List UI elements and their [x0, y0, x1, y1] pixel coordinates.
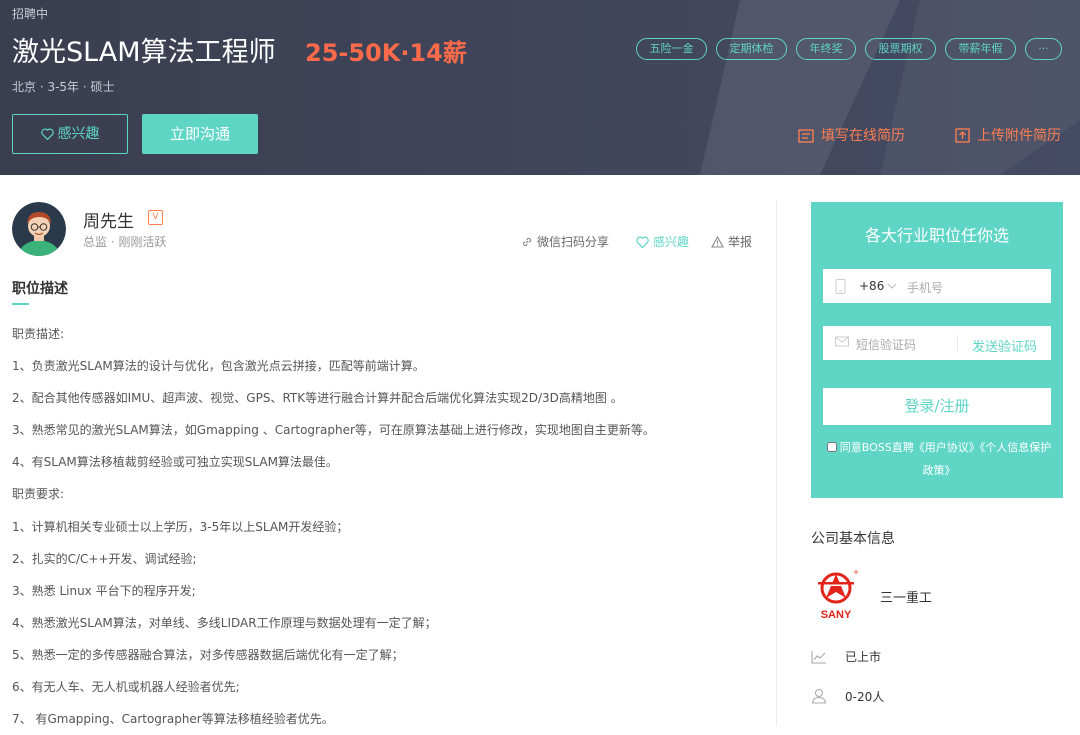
warning-icon [711, 235, 724, 248]
fill-online-resume-label: 填写在线简历 [821, 128, 905, 144]
upload-resume-label: 上传附件简历 [977, 128, 1061, 144]
agreement-text[interactable]: 同意BOSS直聘《用户协议》《个人信息保护政策》 [840, 441, 1051, 477]
description-line: 4、有SLAM算法移植裁剪经验或可独立实现SLAM算法最佳。 [12, 455, 338, 470]
fill-online-resume-link[interactable]: 填写在线简历 [798, 125, 905, 145]
phone-icon [835, 279, 846, 294]
agreement-checkbox[interactable] [826, 442, 837, 452]
benefit-tag: 年终奖 [796, 38, 856, 60]
company-size-text: 0-20人 [845, 690, 885, 704]
description-line: 7、 有Gmapping、Cartographer等算法移植经验者优先。 [12, 712, 334, 727]
message-icon [835, 336, 849, 347]
job-meta: 北京 · 3-5年 · 硕士 [12, 80, 115, 94]
share-wechat-button[interactable]: 微信扫码分享 [521, 233, 609, 250]
benefit-tag: 股票期权 [865, 38, 936, 60]
interest-action-label: 感兴趣 [653, 235, 690, 249]
description-line: 1、负责激光SLAM算法的设计与优化，包含激光点云拼接，匹配等前端计算。 [12, 359, 425, 374]
benefit-tag: 五险一金 [636, 38, 707, 60]
description-line: 2、扎实的C/C++开发、调试经验; [12, 551, 197, 566]
recruiter-name: 周先生 [83, 212, 134, 232]
field-separator [957, 335, 958, 351]
company-name-link[interactable]: 三一重工 [880, 587, 932, 606]
description-line: 职责要求: [12, 487, 65, 502]
send-code-button[interactable]: 发送验证码 [972, 336, 1037, 355]
link-icon [522, 237, 532, 247]
report-label: 举报 [728, 235, 753, 249]
interest-action-button[interactable]: 感兴趣 [636, 233, 689, 250]
report-button[interactable]: 举报 [711, 233, 752, 250]
sms-code-field[interactable]: 短信验证码 发送验证码 [823, 326, 1051, 360]
benefit-tag: 带薪年假 [945, 38, 1016, 60]
phone-input-placeholder: 手机号 [907, 281, 944, 295]
column-divider [776, 200, 777, 726]
section-underline [12, 303, 29, 305]
heart-icon [636, 236, 649, 249]
description-line: 2、配合其他传感器如IMU、超声波、视觉、GPS、RTK等进行融合计算并配合后端… [12, 391, 623, 406]
salary: 25-50K·14薪 [305, 39, 467, 67]
section-title: 职位描述 [12, 281, 68, 297]
upload-resume-link[interactable]: 上传附件简历 [955, 125, 1061, 145]
description-line: 4、熟悉激光SLAM算法，对单线、多线LIDAR工作原理与数据处理有一定了解； [12, 615, 437, 630]
interest-button[interactable]: 感兴趣 [12, 114, 128, 154]
description-line: 1、计算机相关专业硕士以上学历，3-5年以上SLAM开发经验； [12, 519, 349, 534]
background-pattern [700, 0, 1080, 175]
upload-icon [955, 128, 970, 143]
job-status: 招聘中 [12, 7, 49, 21]
job-title: 激光SLAM算法工程师 [12, 37, 276, 68]
company-logo[interactable]: SANY [812, 568, 862, 620]
description-line: 5、熟悉一定的多传感器融合算法，对多传感器数据后端优化有一定了解； [12, 647, 404, 662]
login-panel: 各大行业职位任你选 +86 手机号 短信验证码 发送验证码 登录/注册 同意BO… [811, 202, 1063, 498]
phone-field[interactable]: +86 手机号 [823, 269, 1051, 303]
country-code-label: +86 [859, 279, 885, 293]
description-line: 职责描述: [12, 327, 65, 341]
resume-form-icon [798, 129, 814, 143]
job-description: 职责描述: 1、负责激光SLAM算法的设计与优化，包含激光点云拼接，匹配等前端计… [12, 318, 772, 735]
sms-code-placeholder: 短信验证码 [856, 338, 917, 352]
company-stage-text: 已上市 [845, 650, 882, 664]
chart-line-icon [811, 651, 826, 664]
description-line: 3、熟悉 Linux 平台下的程序开发; [12, 583, 196, 598]
interest-button-label: 感兴趣 [57, 126, 100, 142]
login-title: 各大行业职位任你选 [864, 226, 1009, 245]
recruiter-title-status: 总监 · 刚刚活跃 [83, 235, 167, 249]
country-code-select[interactable]: +86 [859, 279, 897, 293]
logo-text: SANY [821, 609, 852, 620]
agreement-row: 同意BOSS直聘《用户协议》《个人信息保护政策》 [823, 436, 1055, 482]
heart-icon [40, 128, 54, 141]
description-line: 3、熟悉常见的激光SLAM算法，如Gmapping 、Cartographer等… [12, 423, 655, 438]
chevron-down-icon [887, 283, 897, 289]
share-label: 微信扫码分享 [537, 235, 610, 249]
person-icon [811, 688, 827, 704]
company-size: 0-20人 [811, 688, 884, 705]
company-info-heading: 公司基本信息 [811, 531, 895, 547]
more-tags-button[interactable]: ··· [1025, 38, 1062, 60]
job-header: 招聘中 激光SLAM算法工程师 25-50K·14薪 北京 · 3-5年 · 硕… [0, 0, 1080, 175]
description-line: 6、有无人车、无人机或机器人经验者优先; [12, 680, 240, 695]
login-register-button[interactable]: 登录/注册 [823, 388, 1051, 425]
verified-badge: V [148, 210, 163, 225]
recruiter-avatar [12, 202, 66, 256]
benefit-tag: 定期体检 [716, 38, 787, 60]
chat-now-button[interactable]: 立即沟通 [142, 114, 258, 154]
company-stage: 已上市 [811, 648, 881, 665]
